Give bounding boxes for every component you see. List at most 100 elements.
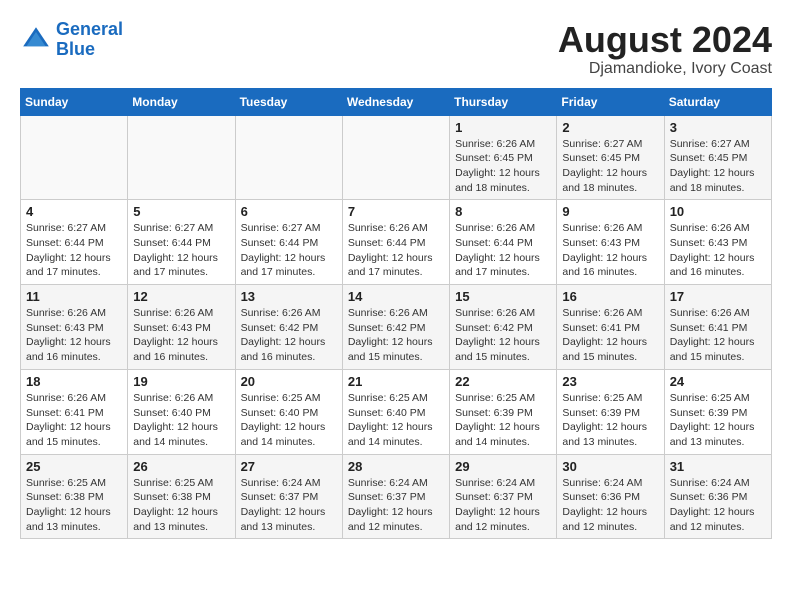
calendar-title: August 2024 [558,20,772,60]
calendar-cell: 19Sunrise: 6:26 AMSunset: 6:40 PMDayligh… [128,369,235,454]
day-info: Sunrise: 6:26 AMSunset: 6:45 PMDaylight:… [455,137,551,196]
calendar-cell [342,115,449,200]
day-number: 11 [26,289,122,304]
calendar-cell: 11 Sunrise: 6:26 AMSunset: 6:43 PMDayligh… [21,285,128,370]
day-number: 9 [562,204,658,219]
day-info: Sunrise: 6:27 AMSunset: 6:45 PMDaylight:… [562,137,658,196]
day-info: Sunrise: 6:26 AMSunset: 6:43 PMDaylight:… [133,306,229,365]
calendar-cell: 14Sunrise: 6:26 AMSunset: 6:42 PMDayligh… [342,285,449,370]
calendar-cell: 9Sunrise: 6:26 AMSunset: 6:43 PMDaylight… [557,200,664,285]
calendar-cell: 20Sunrise: 6:25 AMSunset: 6:40 PMDayligh… [235,369,342,454]
day-info: Sunrise: 6:27 AMSunset: 6:44 PMDaylight:… [26,221,122,280]
day-info: Sunrise: 6:24 AMSunset: 6:36 PMDaylight:… [562,476,658,535]
day-info: Sunrise: 6:27 AMSunset: 6:44 PMDaylight:… [241,221,337,280]
day-number: 30 [562,459,658,474]
day-info: Sunrise: 6:26 AMSunset: 6:41 PMDaylight:… [562,306,658,365]
calendar-cell: 8 Sunrise: 6:26 AMSunset: 6:44 PMDaylight… [450,200,557,285]
calendar-cell: 27 Sunrise: 6:24 AMSunset: 6:37 PMDayligh… [235,454,342,539]
calendar-cell: 13 Sunrise: 6:26 AMSunset: 6:42 PMDayligh… [235,285,342,370]
calendar-cell: 25 Sunrise: 6:25 AMSunset: 6:38 PMDayligh… [21,454,128,539]
day-info: Sunrise: 6:26 AMSunset: 6:41 PMDaylight:… [26,391,122,450]
day-number: 21 [348,374,444,389]
day-number: 18 [26,374,122,389]
weekday-header-thursday: Thursday [450,88,557,115]
day-number: 19 [133,374,229,389]
day-info: Sunrise: 6:24 AMSunset: 6:36 PMDaylight:… [670,476,766,535]
day-info: Sunrise: 6:27 AMSunset: 6:45 PMDaylight:… [670,137,766,196]
logo-text: General Blue [56,20,123,60]
calendar-cell: 22 Sunrise: 6:25 AMSunset: 6:39 PMDayligh… [450,369,557,454]
calendar-cell: 6 Sunrise: 6:27 AMSunset: 6:44 PMDaylight… [235,200,342,285]
day-info: Sunrise: 6:25 AMSunset: 6:38 PMDaylight:… [133,476,229,535]
day-number: 4 [26,204,122,219]
day-info: Sunrise: 6:25 AMSunset: 6:38 PMDaylight:… [26,476,122,535]
calendar-cell: 2 Sunrise: 6:27 AMSunset: 6:45 PMDaylight… [557,115,664,200]
day-number: 8 [455,204,551,219]
day-number: 3 [670,120,766,135]
day-number: 6 [241,204,337,219]
day-number: 26 [133,459,229,474]
calendar-cell: 26 Sunrise: 6:25 AMSunset: 6:38 PMDayligh… [128,454,235,539]
day-info: Sunrise: 6:26 AMSunset: 6:44 PMDaylight:… [455,221,551,280]
calendar-cell: 17 Sunrise: 6:26 AMSunset: 6:41 PMDayligh… [664,285,771,370]
week-row-3: 11 Sunrise: 6:26 AMSunset: 6:43 PMDayligh… [21,285,772,370]
calendar-cell: 15 Sunrise: 6:26 AMSunset: 6:42 PMDayligh… [450,285,557,370]
calendar-cell: 10 Sunrise: 6:26 AMSunset: 6:43 PMDayligh… [664,200,771,285]
day-info: Sunrise: 6:26 AMSunset: 6:42 PMDaylight:… [455,306,551,365]
calendar-cell: 31 Sunrise: 6:24 AMSunset: 6:36 PMDayligh… [664,454,771,539]
calendar-cell [235,115,342,200]
day-number: 1 [455,120,551,135]
calendar-cell: 18 Sunrise: 6:26 AMSunset: 6:41 PMDayligh… [21,369,128,454]
day-info: Sunrise: 6:26 AMSunset: 6:42 PMDaylight:… [348,306,444,365]
day-info: Sunrise: 6:25 AMSunset: 6:39 PMDaylight:… [455,391,551,450]
day-number: 25 [26,459,122,474]
calendar-cell [128,115,235,200]
calendar-cell: 23 Sunrise: 6:25 AMSunset: 6:39 PMDayligh… [557,369,664,454]
weekday-header-sunday: Sunday [21,88,128,115]
day-info: Sunrise: 6:26 AMSunset: 6:41 PMDaylight:… [670,306,766,365]
week-row-2: 4 Sunrise: 6:27 AMSunset: 6:44 PMDaylight… [21,200,772,285]
day-number: 7 [348,204,444,219]
day-number: 28 [348,459,444,474]
calendar-cell: 30 Sunrise: 6:24 AMSunset: 6:36 PMDayligh… [557,454,664,539]
weekday-header-friday: Friday [557,88,664,115]
day-info: Sunrise: 6:25 AMSunset: 6:39 PMDaylight:… [562,391,658,450]
calendar-cell: 29Sunrise: 6:24 AMSunset: 6:37 PMDayligh… [450,454,557,539]
day-info: Sunrise: 6:24 AMSunset: 6:37 PMDaylight:… [348,476,444,535]
day-number: 2 [562,120,658,135]
weekday-header-wednesday: Wednesday [342,88,449,115]
day-number: 12 [133,289,229,304]
weekday-header-tuesday: Tuesday [235,88,342,115]
day-info: Sunrise: 6:26 AMSunset: 6:43 PMDaylight:… [670,221,766,280]
calendar-cell [21,115,128,200]
day-info: Sunrise: 6:24 AMSunset: 6:37 PMDaylight:… [455,476,551,535]
day-number: 23 [562,374,658,389]
day-number: 15 [455,289,551,304]
weekday-header-monday: Monday [128,88,235,115]
weekday-header-saturday: Saturday [664,88,771,115]
day-number: 16 [562,289,658,304]
calendar-cell: 1 Sunrise: 6:26 AMSunset: 6:45 PMDaylight… [450,115,557,200]
calendar-subtitle: Djamandioke, Ivory Coast [558,60,772,78]
day-info: Sunrise: 6:25 AMSunset: 6:39 PMDaylight:… [670,391,766,450]
day-info: Sunrise: 6:26 AMSunset: 6:43 PMDaylight:… [26,306,122,365]
day-number: 13 [241,289,337,304]
calendar-cell: 7 Sunrise: 6:26 AMSunset: 6:44 PMDaylight… [342,200,449,285]
week-row-5: 25 Sunrise: 6:25 AMSunset: 6:38 PMDayligh… [21,454,772,539]
calendar-table: SundayMondayTuesdayWednesdayThursdayFrid… [20,88,772,540]
day-number: 27 [241,459,337,474]
weekday-header-row: SundayMondayTuesdayWednesdayThursdayFrid… [21,88,772,115]
day-info: Sunrise: 6:25 AMSunset: 6:40 PMDaylight:… [241,391,337,450]
day-number: 24 [670,374,766,389]
day-number: 31 [670,459,766,474]
day-info: Sunrise: 6:24 AMSunset: 6:37 PMDaylight:… [241,476,337,535]
day-number: 17 [670,289,766,304]
calendar-cell: 24 Sunrise: 6:25 AMSunset: 6:39 PMDayligh… [664,369,771,454]
week-row-4: 18 Sunrise: 6:26 AMSunset: 6:41 PMDayligh… [21,369,772,454]
logo: General Blue [20,20,123,60]
day-info: Sunrise: 6:26 AMSunset: 6:42 PMDaylight:… [241,306,337,365]
day-info: Sunrise: 6:26 AMSunset: 6:44 PMDaylight:… [348,221,444,280]
day-number: 10 [670,204,766,219]
day-number: 22 [455,374,551,389]
week-row-1: 1 Sunrise: 6:26 AMSunset: 6:45 PMDaylight… [21,115,772,200]
